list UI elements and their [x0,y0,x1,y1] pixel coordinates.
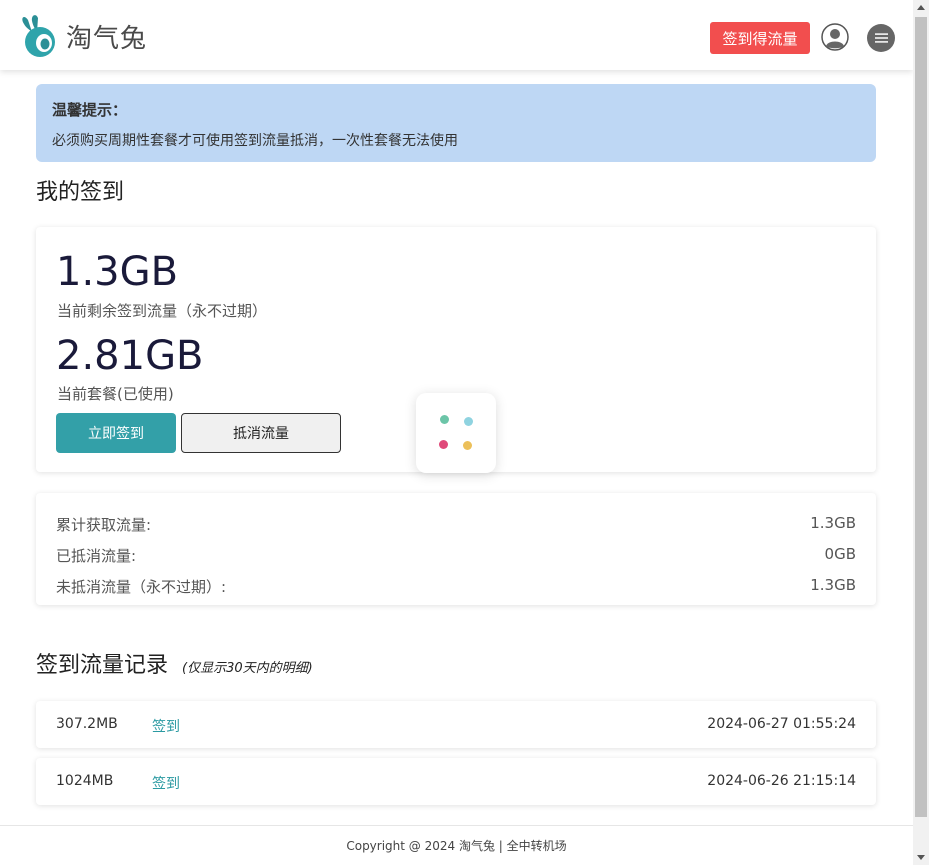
hamburger-menu-icon[interactable] [867,24,895,52]
loader-dot [439,440,448,449]
stat-label: 已抵消流量: [56,547,137,565]
record-size: 1024MB [56,773,114,789]
footer: Copyright @ 2024 淘气兔 | 全中转机场 [0,825,913,865]
rabbit-logo-icon [22,15,55,57]
notice-title: 温馨提示： [52,101,128,119]
stat-row: 未抵消流量（永不过期）: 1.3GB [56,576,856,597]
records-heading: 签到流量记录 (仅显示30天内的明细) [36,647,313,679]
loading-dots-icon [416,393,496,473]
records-note: (仅显示30天内的明细) [182,661,313,676]
stat-label: 累计获取流量: [56,516,152,534]
stat-value: 1.3GB [810,514,856,532]
signin-get-traffic-button[interactable]: 签到得流量 [710,22,810,54]
traffic-stats-card: 累计获取流量: 1.3GB 已抵消流量: 0GB 未抵消流量（永不过期）: 1.… [36,493,876,605]
stat-row: 已抵消流量: 0GB [56,545,856,566]
record-type: 签到 [152,719,180,735]
user-avatar-icon[interactable] [821,23,849,51]
record-row: 1024MB 签到 2024-06-26 21:15:14 [36,758,876,805]
scroll-down-icon[interactable] [917,855,925,860]
scrollbar-thumb[interactable] [915,17,927,817]
loader-dot [440,415,449,424]
used-traffic-value: 2.81GB [56,333,204,379]
record-time: 2024-06-27 01:55:24 [707,716,856,732]
record-size: 307.2MB [56,716,118,732]
vertical-scrollbar[interactable] [913,0,929,865]
loader-dot [464,417,473,426]
signin-now-button[interactable]: 立即签到 [56,413,176,453]
stat-label: 未抵消流量（永不过期）: [56,578,227,596]
footer-copyright: Copyright @ 2024 淘气兔 | 全中转机场 [346,839,567,853]
loader-dot [463,441,472,450]
used-traffic-label: 当前套餐(已使用) [57,385,174,403]
top-header: 淘气兔 签到得流量 [0,0,913,70]
record-type: 签到 [152,776,180,792]
stat-value: 1.3GB [810,576,856,594]
page: 淘气兔 签到得流量 温馨提示： 必须购买周期性套餐才可使用签到流量抵消，一次性套… [0,0,913,865]
remaining-traffic-value: 1.3GB [56,249,179,295]
scroll-up-icon[interactable] [917,5,925,10]
offset-traffic-button[interactable]: 抵消流量 [181,413,341,453]
my-signin-title: 我的签到 [36,180,125,205]
logo-text: 淘气兔 [66,23,148,54]
record-row: 307.2MB 签到 2024-06-27 01:55:24 [36,701,876,748]
notice-banner: 温馨提示： 必须购买周期性套餐才可使用签到流量抵消，一次性套餐无法使用 [36,84,876,162]
stat-row: 累计获取流量: 1.3GB [56,514,856,535]
record-time: 2024-06-26 21:15:14 [707,773,856,789]
remaining-traffic-label: 当前剩余签到流量（永不过期） [57,302,268,320]
notice-text: 必须购买周期性套餐才可使用签到流量抵消，一次性套餐无法使用 [52,133,458,149]
logo[interactable]: 淘气兔 [20,14,147,58]
stat-value: 0GB [824,545,856,563]
records-title: 签到流量记录 [36,653,169,678]
